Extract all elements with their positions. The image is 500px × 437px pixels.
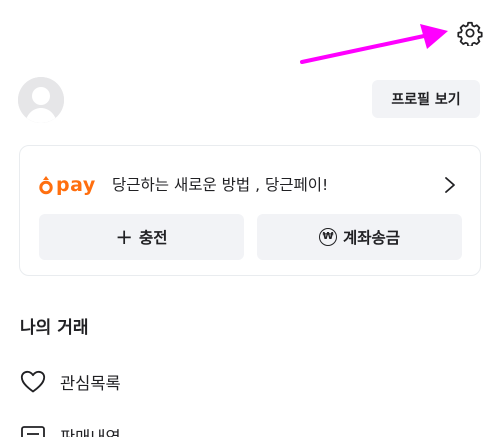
- chevron-right-icon[interactable]: [444, 176, 456, 194]
- heart-icon: [20, 370, 46, 393]
- menu-item-wishlist[interactable]: 관심목록: [20, 367, 121, 397]
- view-profile-button[interactable]: 프로필 보기: [372, 80, 480, 118]
- pay-slogan: 당근하는 새로운 방법 , 당근페이!: [112, 176, 329, 194]
- menu-item-label: 관심목록: [60, 374, 121, 393]
- settings-button[interactable]: [455, 18, 485, 48]
- gear-icon: [457, 21, 483, 46]
- pay-card[interactable]: pay 당근하는 새로운 방법 , 당근페이! + 충전 ₩ 계좌송금: [19, 145, 481, 276]
- transfer-button[interactable]: ₩ 계좌송금: [257, 214, 462, 260]
- charge-button[interactable]: + 충전: [39, 214, 244, 260]
- avatar[interactable]: [18, 77, 64, 123]
- my-page: 프로필 보기 pay 당근하는 새로운 방법 , 당근페이! + 충전 ₩ 계좌…: [0, 0, 500, 437]
- menu-item-label: 판매내역: [60, 424, 121, 437]
- pay-logo-icon: [39, 176, 53, 195]
- pay-logo: pay: [38, 171, 96, 199]
- won-icon: ₩: [318, 228, 337, 246]
- transfer-label: 계좌송금: [342, 229, 401, 247]
- annotation-arrow: [300, 24, 448, 64]
- charge-label: 충전: [139, 229, 168, 247]
- section-title-my-trades: 나의 거래: [20, 318, 89, 338]
- receipt-icon: [21, 426, 45, 437]
- plus-icon: +: [115, 224, 134, 249]
- pay-brand-text: pay: [56, 174, 96, 196]
- menu-item-sales-history[interactable]: 판매내역: [20, 421, 121, 437]
- user-avatar-icon: [18, 77, 64, 123]
